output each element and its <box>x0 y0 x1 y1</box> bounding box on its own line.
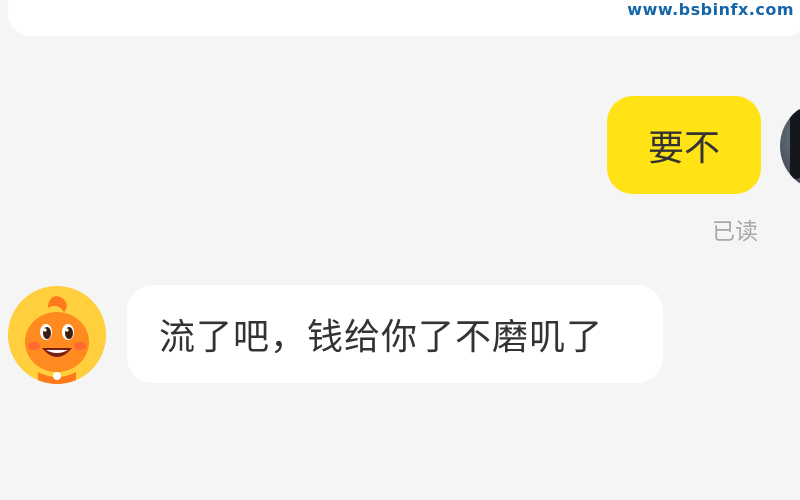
outgoing-message-text: 要不 <box>647 128 720 169</box>
outgoing-message-bubble[interactable]: 要不 <box>607 96 761 194</box>
orange-mascot-avatar-icon[interactable] <box>8 286 106 384</box>
chat-screen: www.bsbinfx.com 要不 已读 流了吧，钱给你了不磨叽了 <box>0 0 800 500</box>
self-avatar[interactable] <box>780 101 800 191</box>
read-status-label: 已读 <box>712 219 758 245</box>
self-avatar-hair <box>790 109 800 179</box>
incoming-message-text: 流了吧，钱给你了不磨叽了 <box>159 317 604 358</box>
orange-mascot-icon <box>8 286 106 384</box>
incoming-message-bubble[interactable]: 流了吧，钱给你了不磨叽了 <box>127 285 663 383</box>
watermark-text: www.bsbinfx.com <box>627 0 794 19</box>
